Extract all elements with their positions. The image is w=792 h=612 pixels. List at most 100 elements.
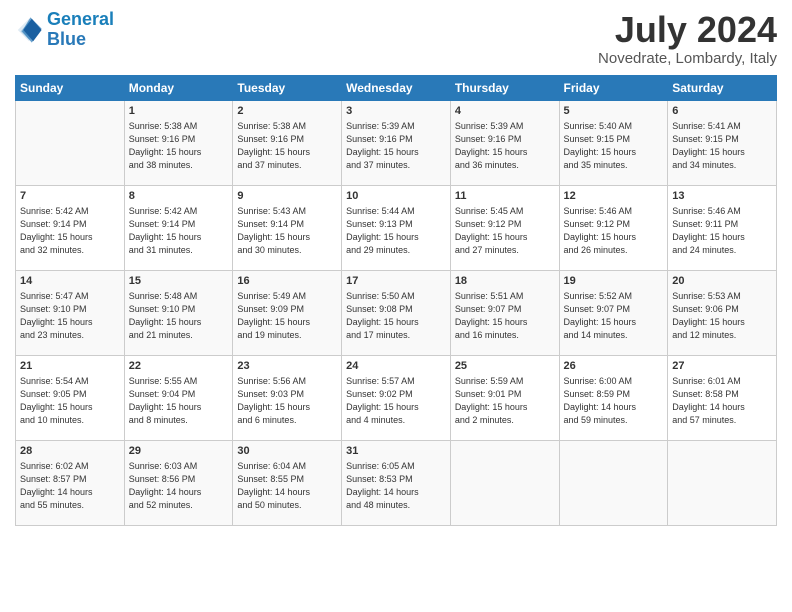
day-number: 15 xyxy=(129,274,229,289)
day-number: 6 xyxy=(672,104,772,119)
week-row-5: 28Sunrise: 6:02 AM Sunset: 8:57 PM Dayli… xyxy=(16,440,777,525)
day-info: Sunrise: 5:47 AM Sunset: 9:10 PM Dayligh… xyxy=(20,290,120,342)
day-number: 8 xyxy=(129,189,229,204)
day-info: Sunrise: 5:50 AM Sunset: 9:08 PM Dayligh… xyxy=(346,290,446,342)
calendar-cell: 23Sunrise: 5:56 AM Sunset: 9:03 PM Dayli… xyxy=(233,355,342,440)
day-info: Sunrise: 5:39 AM Sunset: 9:16 PM Dayligh… xyxy=(346,120,446,172)
day-info: Sunrise: 5:39 AM Sunset: 9:16 PM Dayligh… xyxy=(455,120,555,172)
day-info: Sunrise: 6:05 AM Sunset: 8:53 PM Dayligh… xyxy=(346,460,446,512)
week-row-2: 7Sunrise: 5:42 AM Sunset: 9:14 PM Daylig… xyxy=(16,185,777,270)
weekday-header-sunday: Sunday xyxy=(16,75,125,100)
day-number: 11 xyxy=(455,189,555,204)
day-info: Sunrise: 6:03 AM Sunset: 8:56 PM Dayligh… xyxy=(129,460,229,512)
day-info: Sunrise: 5:52 AM Sunset: 9:07 PM Dayligh… xyxy=(564,290,664,342)
day-number: 4 xyxy=(455,104,555,119)
weekday-header-wednesday: Wednesday xyxy=(342,75,451,100)
day-number: 24 xyxy=(346,359,446,374)
logo-blue: Blue xyxy=(47,30,114,50)
title-block: July 2024 Novedrate, Lombardy, Italy xyxy=(598,10,777,67)
calendar-cell: 5Sunrise: 5:40 AM Sunset: 9:15 PM Daylig… xyxy=(559,100,668,185)
logo-text: General Blue xyxy=(47,10,114,50)
calendar-table: SundayMondayTuesdayWednesdayThursdayFrid… xyxy=(15,75,777,526)
day-info: Sunrise: 5:45 AM Sunset: 9:12 PM Dayligh… xyxy=(455,205,555,257)
calendar-cell: 24Sunrise: 5:57 AM Sunset: 9:02 PM Dayli… xyxy=(342,355,451,440)
page: General Blue July 2024 Novedrate, Lombar… xyxy=(0,0,792,612)
day-number: 27 xyxy=(672,359,772,374)
calendar-cell: 12Sunrise: 5:46 AM Sunset: 9:12 PM Dayli… xyxy=(559,185,668,270)
calendar-cell xyxy=(450,440,559,525)
day-number: 7 xyxy=(20,189,120,204)
calendar-cell: 1Sunrise: 5:38 AM Sunset: 9:16 PM Daylig… xyxy=(124,100,233,185)
day-number: 14 xyxy=(20,274,120,289)
day-info: Sunrise: 5:53 AM Sunset: 9:06 PM Dayligh… xyxy=(672,290,772,342)
calendar-cell: 3Sunrise: 5:39 AM Sunset: 9:16 PM Daylig… xyxy=(342,100,451,185)
day-number: 16 xyxy=(237,274,337,289)
calendar-cell: 15Sunrise: 5:48 AM Sunset: 9:10 PM Dayli… xyxy=(124,270,233,355)
week-row-4: 21Sunrise: 5:54 AM Sunset: 9:05 PM Dayli… xyxy=(16,355,777,440)
day-info: Sunrise: 5:48 AM Sunset: 9:10 PM Dayligh… xyxy=(129,290,229,342)
day-number: 13 xyxy=(672,189,772,204)
weekday-header-thursday: Thursday xyxy=(450,75,559,100)
header: General Blue July 2024 Novedrate, Lombar… xyxy=(15,10,777,67)
day-number: 23 xyxy=(237,359,337,374)
day-number: 30 xyxy=(237,444,337,459)
calendar-body: 1Sunrise: 5:38 AM Sunset: 9:16 PM Daylig… xyxy=(16,100,777,525)
day-number: 1 xyxy=(129,104,229,119)
day-info: Sunrise: 6:00 AM Sunset: 8:59 PM Dayligh… xyxy=(564,375,664,427)
day-number: 31 xyxy=(346,444,446,459)
day-info: Sunrise: 5:40 AM Sunset: 9:15 PM Dayligh… xyxy=(564,120,664,172)
day-info: Sunrise: 5:46 AM Sunset: 9:11 PM Dayligh… xyxy=(672,205,772,257)
day-number: 20 xyxy=(672,274,772,289)
day-number: 28 xyxy=(20,444,120,459)
calendar-cell: 17Sunrise: 5:50 AM Sunset: 9:08 PM Dayli… xyxy=(342,270,451,355)
day-number: 12 xyxy=(564,189,664,204)
calendar-cell: 2Sunrise: 5:38 AM Sunset: 9:16 PM Daylig… xyxy=(233,100,342,185)
calendar-cell xyxy=(668,440,777,525)
day-info: Sunrise: 5:56 AM Sunset: 9:03 PM Dayligh… xyxy=(237,375,337,427)
day-info: Sunrise: 5:57 AM Sunset: 9:02 PM Dayligh… xyxy=(346,375,446,427)
weekday-header-monday: Monday xyxy=(124,75,233,100)
day-info: Sunrise: 5:43 AM Sunset: 9:14 PM Dayligh… xyxy=(237,205,337,257)
day-number: 17 xyxy=(346,274,446,289)
day-number: 10 xyxy=(346,189,446,204)
week-row-3: 14Sunrise: 5:47 AM Sunset: 9:10 PM Dayli… xyxy=(16,270,777,355)
day-info: Sunrise: 5:42 AM Sunset: 9:14 PM Dayligh… xyxy=(129,205,229,257)
day-info: Sunrise: 5:38 AM Sunset: 9:16 PM Dayligh… xyxy=(129,120,229,172)
calendar-cell: 10Sunrise: 5:44 AM Sunset: 9:13 PM Dayli… xyxy=(342,185,451,270)
day-number: 22 xyxy=(129,359,229,374)
calendar-cell: 19Sunrise: 5:52 AM Sunset: 9:07 PM Dayli… xyxy=(559,270,668,355)
weekday-header-tuesday: Tuesday xyxy=(233,75,342,100)
calendar-cell: 29Sunrise: 6:03 AM Sunset: 8:56 PM Dayli… xyxy=(124,440,233,525)
day-info: Sunrise: 5:38 AM Sunset: 9:16 PM Dayligh… xyxy=(237,120,337,172)
logo: General Blue xyxy=(15,10,114,50)
logo-general: General xyxy=(47,9,114,29)
calendar-header: SundayMondayTuesdayWednesdayThursdayFrid… xyxy=(16,75,777,100)
weekday-header-friday: Friday xyxy=(559,75,668,100)
day-info: Sunrise: 5:41 AM Sunset: 9:15 PM Dayligh… xyxy=(672,120,772,172)
calendar-cell: 27Sunrise: 6:01 AM Sunset: 8:58 PM Dayli… xyxy=(668,355,777,440)
calendar-cell: 25Sunrise: 5:59 AM Sunset: 9:01 PM Dayli… xyxy=(450,355,559,440)
calendar-cell: 30Sunrise: 6:04 AM Sunset: 8:55 PM Dayli… xyxy=(233,440,342,525)
calendar-cell: 11Sunrise: 5:45 AM Sunset: 9:12 PM Dayli… xyxy=(450,185,559,270)
calendar-cell: 8Sunrise: 5:42 AM Sunset: 9:14 PM Daylig… xyxy=(124,185,233,270)
day-info: Sunrise: 5:42 AM Sunset: 9:14 PM Dayligh… xyxy=(20,205,120,257)
location: Novedrate, Lombardy, Italy xyxy=(598,50,777,67)
week-row-1: 1Sunrise: 5:38 AM Sunset: 9:16 PM Daylig… xyxy=(16,100,777,185)
day-number: 25 xyxy=(455,359,555,374)
day-info: Sunrise: 5:44 AM Sunset: 9:13 PM Dayligh… xyxy=(346,205,446,257)
day-info: Sunrise: 5:46 AM Sunset: 9:12 PM Dayligh… xyxy=(564,205,664,257)
day-info: Sunrise: 5:59 AM Sunset: 9:01 PM Dayligh… xyxy=(455,375,555,427)
day-number: 19 xyxy=(564,274,664,289)
day-number: 18 xyxy=(455,274,555,289)
day-info: Sunrise: 5:54 AM Sunset: 9:05 PM Dayligh… xyxy=(20,375,120,427)
calendar-cell: 31Sunrise: 6:05 AM Sunset: 8:53 PM Dayli… xyxy=(342,440,451,525)
month-year: July 2024 xyxy=(598,10,777,50)
day-number: 29 xyxy=(129,444,229,459)
day-number: 21 xyxy=(20,359,120,374)
day-info: Sunrise: 5:55 AM Sunset: 9:04 PM Dayligh… xyxy=(129,375,229,427)
day-number: 3 xyxy=(346,104,446,119)
calendar-cell: 4Sunrise: 5:39 AM Sunset: 9:16 PM Daylig… xyxy=(450,100,559,185)
day-info: Sunrise: 5:51 AM Sunset: 9:07 PM Dayligh… xyxy=(455,290,555,342)
calendar-cell: 14Sunrise: 5:47 AM Sunset: 9:10 PM Dayli… xyxy=(16,270,125,355)
calendar-cell: 16Sunrise: 5:49 AM Sunset: 9:09 PM Dayli… xyxy=(233,270,342,355)
